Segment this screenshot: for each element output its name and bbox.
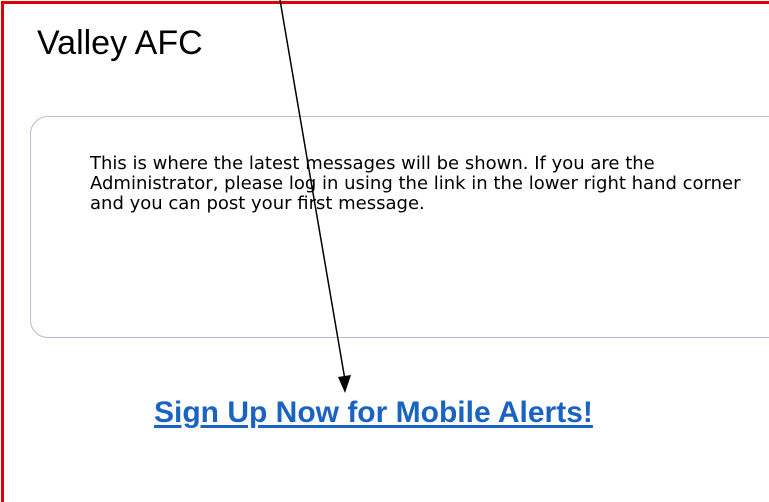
page-title: Valley AFC — [37, 24, 203, 62]
mobile-alerts-signup-link[interactable]: Sign Up Now for Mobile Alerts! — [154, 395, 593, 431]
messages-text: This is where the latest messages will b… — [90, 153, 741, 214]
messages-panel — [30, 116, 769, 338]
